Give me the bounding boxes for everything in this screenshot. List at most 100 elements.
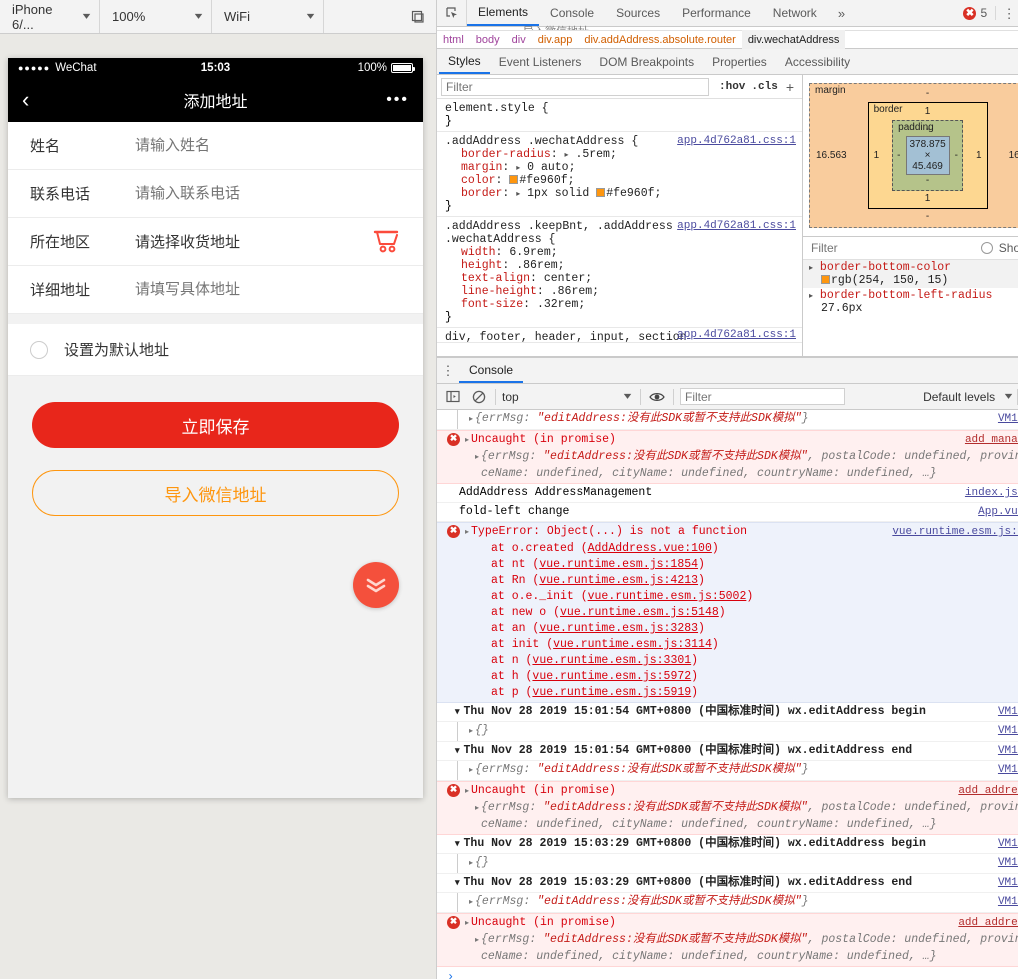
save-button[interactable]: 立即保存 [32,402,399,448]
devtools-menu-icon[interactable]: ⋮ [998,7,1018,20]
detail-address-input[interactable] [135,281,401,298]
margin-left-value[interactable]: 16.563 [816,150,847,161]
expand-triangle-icon[interactable]: ▸ [469,415,473,424]
console-error-entry[interactable]: add address:1 ✖ ▸Uncaught (in promise) ▸… [437,781,1018,835]
live-expression-eye-icon[interactable] [647,388,667,406]
collapse-triangle-icon[interactable]: ▾ [455,839,460,849]
stack-frame-link[interactable]: AddAddress.vue:100 [588,542,712,555]
expand-triangle-icon[interactable]: ▸ [809,292,813,301]
css-source-link[interactable]: app.4d762a81.css:1 [677,329,796,341]
console-source-link[interactable]: add address:1 [958,783,1018,799]
console-source-link[interactable]: VM197:1 [998,743,1018,759]
form-row-region[interactable]: 所在地区 请选择收货地址 [8,218,423,266]
breadcrumb-item-div-app[interactable]: div.app [532,30,579,49]
expand-triangle-icon[interactable]: ▸ [465,919,469,928]
rotate-icon[interactable] [400,0,436,33]
form-row-detail[interactable]: 详细地址 [8,266,423,314]
breadcrumb-item-body[interactable]: body [470,30,506,49]
show-all-checkbox[interactable] [980,242,993,254]
styles-filter-input[interactable] [441,77,709,96]
stack-frame-link[interactable]: vue.runtime.esm.js:5148 [560,606,719,619]
console-entry[interactable]: VM197:1 ▸{errMsg: "editAddress:没有此SDK或暂不… [437,410,1018,430]
more-icon[interactable]: ••• [386,92,409,108]
console-sidebar-icon[interactable] [443,388,463,406]
css-source-link[interactable]: app.4d762a81.css:1 [677,220,796,232]
computed-filter-input[interactable] [811,241,901,255]
box-model-margin[interactable]: margin - 16.563 border 1 1 padding - - 3… [809,83,1018,228]
new-style-rule-button[interactable]: + [784,79,796,95]
box-model-content-size[interactable]: 378.875 × 45.469 [905,136,950,175]
computed-property[interactable]: ▸ border-bottom-color rgb(254, 150, 15) [803,260,1018,288]
expand-triangle-icon[interactable]: ▸ [469,898,473,907]
stack-frame[interactable]: at o.created (AddAddress.vue:100) [465,541,1018,557]
expand-triangle-icon[interactable]: ▸ [465,528,469,537]
drawer-menu-icon[interactable]: ⋮ [437,358,459,383]
console-entry[interactable]: VM197:1 ▸{} [437,854,1018,874]
console-error-entry[interactable]: add address:1 ✖ ▸Uncaught (in promise) ▸… [437,913,1018,967]
color-swatch[interactable] [509,175,519,184]
css-declaration[interactable]: line-height: .86rem; [445,285,796,298]
more-tabs-icon[interactable]: » [828,0,855,26]
stack-frame-link[interactable]: vue.runtime.esm.js:4213 [539,574,698,587]
expand-triangle-icon[interactable]: ▸ [809,264,813,273]
back-icon[interactable]: ‹ [22,89,46,111]
css-declaration[interactable]: text-align: center; [445,272,796,285]
css-declaration[interactable]: margin: ▸ 0 auto; [445,161,796,174]
error-count-badge[interactable]: ✖ 5 [963,6,997,20]
tab-styles[interactable]: Styles [439,49,490,74]
margin-bottom-value[interactable]: - [816,211,1018,223]
console-entry[interactable]: App.vue:69 fold-left change [437,503,1018,522]
stack-frame-link[interactable]: vue.runtime.esm.js:5972 [532,670,691,683]
stack-frame[interactable]: at nt (vue.runtime.esm.js:1854) [465,557,1018,573]
css-declaration[interactable]: height: .86rem; [445,259,796,272]
tab-properties[interactable]: Properties [703,49,776,74]
stack-frame[interactable]: at p (vue.runtime.esm.js:5919) [465,685,1018,701]
expand-triangle-icon[interactable]: ▸ [465,787,469,796]
console-entry[interactable]: VM197:1 ▸{errMsg: "editAddress:没有此SDK或暂不… [437,893,1018,913]
stack-frame-link[interactable]: vue.runtime.esm.js:5002 [588,590,747,603]
stack-frame-link[interactable]: vue.runtime.esm.js:3301 [532,654,691,667]
shopping-cart-icon[interactable] [373,229,401,255]
import-wechat-address-button[interactable]: 导入微信地址 [32,470,399,516]
console-group-entry[interactable]: VM197:1 ▾Thu Nov 28 2019 15:03:29 GMT+08… [437,835,1018,854]
expand-triangle-icon[interactable]: ▸ [469,727,473,736]
throttling-select[interactable]: WiFi ▾ [212,0,324,33]
console-group-entry[interactable]: VM197:1 ▾Thu Nov 28 2019 15:03:29 GMT+08… [437,874,1018,893]
color-swatch[interactable] [821,275,830,284]
expand-triangle-icon[interactable]: ▸ [469,859,473,868]
console-source-link[interactable]: VM197:1 [998,836,1018,852]
css-declaration[interactable]: width: 6.9rem; [445,246,796,259]
breadcrumb-item-html[interactable]: html [437,30,470,49]
stack-frame-link[interactable]: vue.runtime.esm.js:1854 [539,558,698,571]
tab-performance[interactable]: Performance [671,0,762,26]
console-context-select[interactable]: top ▾ [502,390,634,404]
css-declaration[interactable]: color: #fe960f; [445,174,796,187]
console-source-link[interactable]: VM197:1 [998,704,1018,720]
device-select[interactable]: iPhone 6/... ▾ [0,0,100,33]
collapse-triangle-icon[interactable]: ▾ [455,746,460,756]
expand-triangle-icon[interactable]: ▸ [475,804,479,813]
stack-frame[interactable]: at an (vue.runtime.esm.js:3283) [465,621,1018,637]
collapse-triangle-icon[interactable]: ▾ [455,707,460,717]
css-declaration[interactable]: border-radius: ▸ .5rem; [445,148,796,161]
form-row-name[interactable]: 姓名 [8,122,423,170]
breadcrumb-item-div-wechataddress[interactable]: div.wechatAddress [741,30,846,49]
show-all-toggle[interactable]: Show all [980,241,1018,255]
padding-right-value[interactable]: - [955,150,958,161]
border-right-value[interactable]: 1 [976,150,982,161]
expand-triangle-icon[interactable]: ▸ [475,936,479,945]
console-levels-select[interactable]: Default levels ▾ [923,390,1012,404]
console-error-entry[interactable]: add manage:1 ✖ ▸Uncaught (in promise) ▸{… [437,430,1018,484]
console-filter-input[interactable] [680,388,845,405]
padding-bottom-value[interactable]: - [897,175,958,187]
default-address-radio[interactable] [30,340,48,359]
box-model-border[interactable]: border 1 1 padding - - 378.875 × 45.469 … [867,102,988,209]
expand-triangle-icon[interactable]: ▸ [469,766,473,775]
console-entry[interactable]: VM197:1 ▸{errMsg: "editAddress:没有此SDK或暂不… [437,761,1018,781]
padding-left-value[interactable]: - [897,150,900,161]
console-entry[interactable]: VM197:1 ▸{} [437,722,1018,742]
hov-toggle[interactable]: :hov [719,81,745,93]
console-stacktrace-entry[interactable]: vue.runtime.esm.js:1888 ✖ ▸TypeError: Ob… [437,522,1018,703]
breadcrumb-item-div-addaddress[interactable]: div.addAddress.absolute.router [578,30,741,49]
console-source-link[interactable]: vue.runtime.esm.js:1888 [892,524,1018,540]
